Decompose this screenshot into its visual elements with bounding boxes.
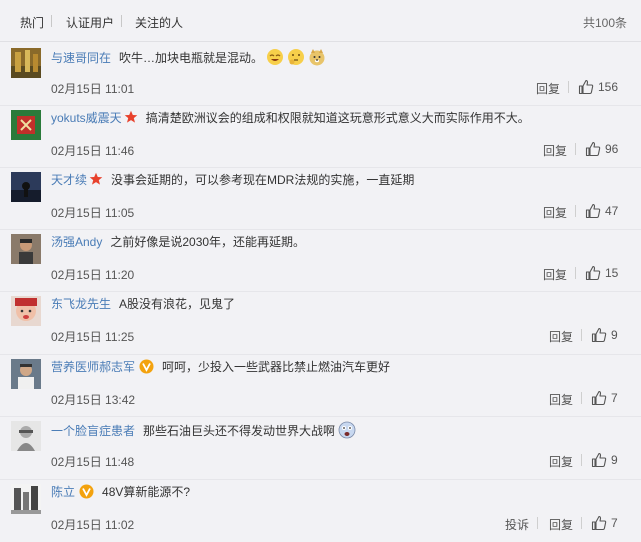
- divider: [537, 517, 538, 529]
- thumbs-up-icon: [585, 265, 601, 281]
- comment-text: A股没有浪花，见鬼了: [119, 297, 236, 311]
- thumbs-up-icon: [591, 515, 607, 531]
- reply-button[interactable]: 回复: [543, 266, 567, 283]
- comment-text: 吹牛…加块电瓶就是混动。: [119, 51, 264, 65]
- comment-time: 02月15日 13:42: [51, 393, 136, 407]
- emoji-doge-icon: [309, 49, 325, 66]
- comment-item: 一个脸盲症患者 那些石油巨头还不得发动世界大战啊 02月15日 11:48 回复 …: [0, 417, 641, 480]
- thumbs-up-icon: [591, 327, 607, 343]
- avatar[interactable]: [11, 234, 41, 264]
- comment-time: 02月15日 11:01: [51, 82, 135, 96]
- comment-item: 与速哥同在 吹牛…加块电瓶就是混动。 02月15日 11:01 回复 156: [0, 44, 641, 106]
- like-count: 47: [605, 204, 619, 218]
- comment-username[interactable]: 一个脸盲症患者: [51, 424, 135, 438]
- comment-panel: 热门 认证用户 关注的人 共100条 与速哥同在 吹牛…加块电瓶就是混动。 02月…: [0, 0, 641, 542]
- comment-username[interactable]: 东飞龙先生: [51, 297, 111, 311]
- tab-hot[interactable]: 热门: [20, 14, 44, 31]
- divider: [575, 205, 576, 217]
- star-badge-icon: [89, 172, 103, 185]
- divider: [581, 454, 582, 466]
- emoji-laugh-icon: [267, 49, 284, 65]
- divider: [575, 143, 576, 155]
- avatar[interactable]: [11, 484, 41, 514]
- like-count: 156: [598, 80, 619, 94]
- comment-username[interactable]: 陈立: [51, 485, 75, 499]
- thumbs-up-icon: [578, 79, 594, 95]
- avatar[interactable]: [11, 359, 41, 389]
- comment-time: 02月15日 11:46: [51, 144, 135, 158]
- comment-username[interactable]: 汤强Andy: [51, 235, 102, 249]
- thumbs-up-icon: [585, 203, 601, 219]
- thumbs-up-icon: [591, 452, 607, 468]
- tab-divider: [51, 15, 52, 27]
- tab-verified[interactable]: 认证用户: [66, 14, 114, 31]
- comment-item: 营养医师郝志军 呵呵，少投入一些武器比禁止燃油汽车更好 02月15日 13:42 …: [0, 355, 641, 417]
- comment-total: 共100条: [582, 16, 627, 30]
- comment-item: 陈立 48V算新能源不? 02月15日 11:02 投诉 回复 7: [0, 480, 641, 542]
- comment-item: 汤强Andy 之前好像是说2030年，还能再延期。 02月15日 11:20 回复…: [0, 230, 641, 292]
- emoji-think-icon: [288, 49, 305, 65]
- comment-text: 那些石油巨头还不得发动世界大战啊: [143, 424, 336, 438]
- avatar[interactable]: [11, 110, 41, 140]
- reply-button[interactable]: 回复: [536, 80, 560, 97]
- reply-button[interactable]: 回复: [543, 204, 567, 221]
- comment-text: 之前好像是说2030年，还能再延期。: [110, 235, 306, 249]
- comment-item: 天才续 没事会延期的，可以参考现在MDR法规的实施，一直延期 02月15日 11:…: [0, 168, 641, 230]
- like-count: 96: [605, 142, 619, 156]
- like-count: 15: [605, 266, 619, 280]
- divider: [581, 329, 582, 341]
- tab-following[interactable]: 关注的人: [135, 14, 183, 31]
- reply-button[interactable]: 回复: [549, 328, 573, 345]
- emoji-scared-icon: [338, 421, 356, 439]
- divider: [581, 392, 582, 404]
- comment-username[interactable]: 营养医师郝志军: [51, 360, 135, 374]
- avatar[interactable]: [11, 421, 41, 451]
- comment-filter-tabs: 热门 认证用户 关注的人 共100条: [0, 0, 641, 44]
- verified-badge-icon: [79, 484, 94, 499]
- comment-text: 呵呵，少投入一些武器比禁止燃油汽车更好: [162, 360, 391, 374]
- comment-username[interactable]: yokuts威震天: [51, 111, 122, 125]
- comment-username[interactable]: 天才续: [51, 173, 87, 187]
- comment-item: 东飞龙先生 A股没有浪花，见鬼了 02月15日 11:25 回复 9: [0, 292, 641, 355]
- divider: [0, 41, 641, 42]
- comment-text: 搞清楚欧洲议会的组成和权限就知道这玩意形式意义大而实际作用不大。: [145, 111, 530, 125]
- comment-time: 02月15日 11:25: [51, 330, 135, 344]
- report-button[interactable]: 投诉: [505, 516, 529, 533]
- star-badge-icon: [124, 110, 137, 123]
- like-count: 9: [611, 453, 618, 467]
- divider: [568, 81, 569, 93]
- avatar[interactable]: [11, 172, 41, 202]
- reply-button[interactable]: 回复: [543, 142, 567, 159]
- comment-text: 没事会延期的，可以参考现在MDR法规的实施，一直延期: [111, 173, 415, 187]
- reply-button[interactable]: 回复: [549, 453, 573, 470]
- verified-badge-icon: [139, 359, 154, 374]
- avatar[interactable]: [11, 296, 41, 326]
- divider: [575, 267, 576, 279]
- comment-text: 48V算新能源不?: [102, 485, 191, 499]
- comment-time: 02月15日 11:02: [51, 518, 135, 532]
- thumbs-up-icon: [591, 390, 607, 406]
- reply-button[interactable]: 回复: [549, 391, 573, 408]
- like-count: 9: [611, 328, 618, 342]
- tab-divider: [121, 15, 122, 27]
- comment-item: yokuts威震天 搞清楚欧洲议会的组成和权限就知道这玩意形式意义大而实际作用不大…: [0, 106, 641, 168]
- like-count: 7: [611, 391, 618, 405]
- comment-username[interactable]: 与速哥同在: [51, 51, 111, 65]
- reply-button[interactable]: 回复: [549, 516, 573, 533]
- avatar[interactable]: [11, 48, 41, 78]
- comment-time: 02月15日 11:20: [51, 268, 135, 282]
- comment-time: 02月15日 11:48: [51, 455, 135, 469]
- divider: [581, 517, 582, 529]
- thumbs-up-icon: [585, 141, 601, 157]
- like-count: 7: [611, 516, 618, 530]
- comment-time: 02月15日 11:05: [51, 206, 135, 220]
